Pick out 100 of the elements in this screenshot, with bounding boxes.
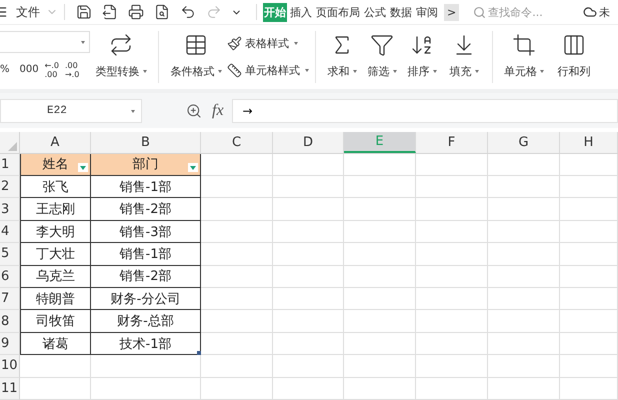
empty-cell[interactable] [488, 310, 560, 333]
empty-cell[interactable] [273, 378, 344, 400]
column-header[interactable]: C [201, 132, 273, 153]
empty-cell[interactable] [201, 355, 273, 378]
empty-cell[interactable] [273, 266, 344, 288]
row-header[interactable]: 8 [0, 310, 20, 333]
empty-cell[interactable] [201, 310, 273, 333]
empty-cell[interactable] [273, 288, 344, 310]
undo-icon[interactable] [180, 4, 196, 20]
empty-cell[interactable] [344, 355, 416, 378]
empty-cell[interactable] [344, 154, 416, 176]
empty-cell[interactable] [560, 176, 618, 198]
ribbon-tab[interactable]: 数据 [389, 2, 413, 22]
empty-cell[interactable] [344, 198, 416, 221]
empty-cell[interactable] [416, 220, 488, 244]
empty-cell[interactable] [560, 355, 618, 378]
empty-cell[interactable] [344, 378, 416, 400]
empty-cell[interactable] [488, 266, 560, 288]
filter-button[interactable] [188, 163, 198, 172]
ribbon-button[interactable]: 行和列 [549, 25, 599, 89]
ribbon-tab[interactable]: 审阅 [415, 2, 439, 22]
name-box[interactable]: E22 [0, 99, 142, 124]
row-header[interactable]: 5 [0, 243, 20, 266]
empty-cell[interactable] [201, 176, 273, 198]
empty-cell[interactable] [560, 243, 618, 266]
ribbon-button[interactable]: 单元格样式 [227, 63, 309, 78]
empty-cell[interactable] [560, 378, 618, 400]
filter-button[interactable] [78, 163, 88, 172]
empty-cell[interactable] [560, 198, 618, 221]
empty-cell[interactable] [560, 310, 618, 333]
empty-cell[interactable] [560, 288, 618, 310]
empty-cell[interactable] [273, 154, 344, 176]
empty-cell[interactable] [91, 378, 201, 400]
ribbon-button[interactable]: 求和 [322, 25, 362, 89]
decimal-button[interactable]: .00 →.0 [64, 60, 80, 79]
more-tabs-button[interactable]: > [444, 4, 460, 21]
empty-cell[interactable] [488, 332, 560, 356]
empty-cell[interactable] [416, 332, 488, 356]
percent-button[interactable]: % [0, 64, 10, 76]
formula-field[interactable]: → [232, 99, 618, 124]
empty-cell[interactable] [273, 198, 344, 221]
empty-cell[interactable] [488, 243, 560, 266]
empty-cell[interactable] [273, 355, 344, 378]
empty-cell[interactable] [416, 355, 488, 378]
ribbon-button[interactable]: 排序 [402, 25, 442, 89]
empty-cell[interactable] [273, 243, 344, 266]
row-header[interactable]: 6 [0, 266, 20, 288]
empty-cell[interactable] [416, 310, 488, 333]
empty-cell[interactable] [488, 220, 560, 244]
row-header[interactable]: 7 [0, 288, 20, 310]
empty-cell[interactable] [488, 176, 560, 198]
empty-cell[interactable] [273, 310, 344, 333]
column-header[interactable]: B [91, 132, 201, 153]
empty-cell[interactable] [91, 355, 201, 378]
empty-cell[interactable] [488, 154, 560, 176]
redo-icon[interactable] [206, 4, 222, 20]
empty-cell[interactable] [273, 220, 344, 244]
cloud-icon[interactable] [583, 5, 598, 20]
ribbon-button[interactable]: 表格样式 [227, 36, 309, 51]
ribbon-tab[interactable]: 插入 [289, 2, 313, 22]
empty-cell[interactable] [416, 266, 488, 288]
ribbon-tab[interactable]: 公式 [363, 2, 387, 22]
column-header[interactable]: H [560, 132, 618, 153]
fill-handle[interactable] [197, 351, 201, 356]
empty-cell[interactable] [201, 266, 273, 288]
empty-cell[interactable] [344, 288, 416, 310]
empty-cell[interactable] [560, 332, 618, 356]
column-header[interactable]: A [20, 132, 91, 153]
thousands-button[interactable]: 000 [20, 64, 39, 76]
row-header[interactable]: 1 [0, 154, 20, 176]
zoom-icon[interactable] [186, 103, 202, 120]
export-icon[interactable] [102, 4, 118, 20]
empty-cell[interactable] [201, 198, 273, 221]
empty-cell[interactable] [344, 176, 416, 198]
file-menu[interactable]: 文件 [16, 4, 40, 21]
empty-cell[interactable] [201, 243, 273, 266]
empty-cell[interactable] [344, 220, 416, 244]
ribbon-button[interactable]: 单元格 [499, 25, 549, 89]
empty-cell[interactable] [416, 288, 488, 310]
empty-cell[interactable] [416, 198, 488, 221]
ribbon-button[interactable]: 填充 [442, 25, 486, 89]
empty-cell[interactable] [416, 378, 488, 400]
empty-cell[interactable] [488, 355, 560, 378]
row-header[interactable]: 9 [0, 332, 20, 356]
ribbon-button[interactable]: 筛选 [362, 25, 402, 89]
ribbon-button[interactable]: 条件格式 [165, 25, 227, 89]
empty-cell[interactable] [416, 243, 488, 266]
empty-cell[interactable] [560, 220, 618, 244]
empty-cell[interactable] [416, 176, 488, 198]
empty-cell[interactable] [344, 243, 416, 266]
preview-icon[interactable] [154, 4, 170, 20]
row-header[interactable]: 2 [0, 176, 20, 198]
empty-cell[interactable] [273, 176, 344, 198]
empty-cell[interactable] [344, 266, 416, 288]
row-header[interactable]: 10 [0, 355, 20, 378]
function-button[interactable]: fx [212, 102, 224, 120]
empty-cell[interactable] [201, 332, 273, 356]
save-icon[interactable] [76, 4, 92, 20]
column-header[interactable]: F [416, 132, 488, 153]
row-header[interactable]: 4 [0, 220, 20, 244]
